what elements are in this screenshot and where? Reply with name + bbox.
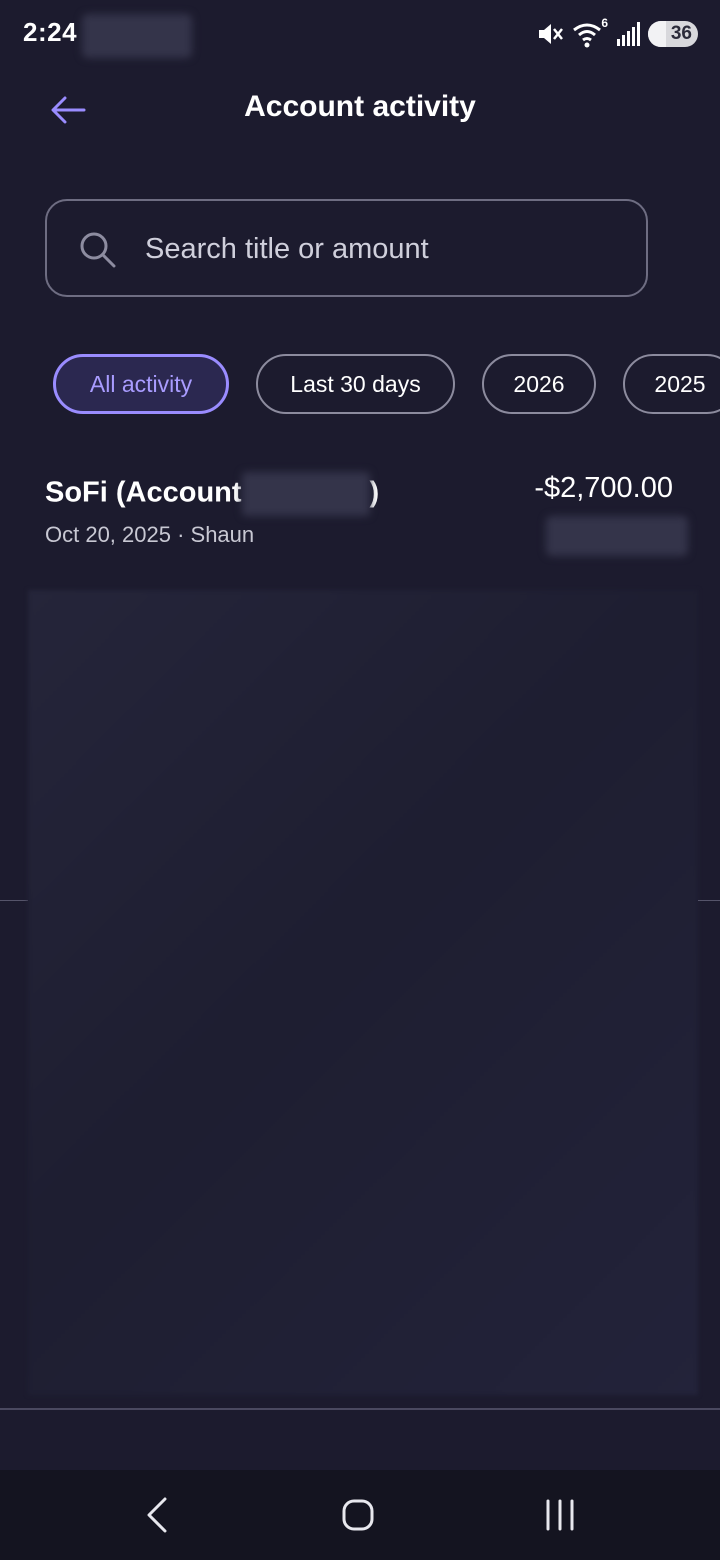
battery-icon: 36	[648, 21, 698, 47]
status-icons: 6 36	[536, 16, 698, 50]
nav-recents-icon	[546, 1499, 574, 1531]
transaction-amount: -$2,700.00	[534, 472, 673, 504]
chip-2026[interactable]: 2026	[482, 354, 596, 414]
page-title: Account activity	[244, 90, 476, 123]
nav-back-icon	[147, 1497, 167, 1533]
transaction-title: SoFi (Account)	[45, 472, 379, 516]
signal-icon	[617, 22, 640, 46]
chip-2025[interactable]: 2025	[623, 354, 720, 414]
divider-right	[698, 900, 720, 901]
status-bar: 2:24 6 36	[0, 0, 720, 68]
nav-home-icon	[342, 1499, 374, 1531]
transaction-subtitle: Oct 20, 2025 · Shaun	[45, 522, 255, 547]
transaction-title-text: SoFi (Account	[45, 476, 242, 509]
mute-icon	[539, 24, 563, 44]
search-icon	[80, 232, 116, 268]
header: Account activity	[0, 70, 720, 150]
filter-chips: All activity Last 30 days 2026 2025	[0, 354, 720, 416]
system-nav-bar	[0, 1470, 720, 1560]
wifi-icon	[573, 23, 601, 48]
chip-all-activity[interactable]: All activity	[53, 354, 229, 414]
nav-back-button[interactable]	[127, 1490, 187, 1540]
wifi-badge: 6	[601, 16, 608, 30]
nav-home-button[interactable]	[328, 1490, 388, 1540]
search-input[interactable]	[143, 201, 627, 297]
wifi-indicator: 6	[572, 16, 608, 48]
battery-level: 36	[670, 23, 692, 44]
status-time: 2:24	[23, 17, 78, 47]
redacted-content-panel	[28, 590, 698, 1395]
nav-recents-button[interactable]	[530, 1490, 590, 1540]
search-box[interactable]	[45, 199, 648, 297]
redacted-balance	[546, 516, 688, 556]
redacted-account-number	[241, 472, 370, 516]
battery-fill	[648, 21, 666, 47]
bottom-divider	[0, 1408, 720, 1410]
redacted-status-area	[82, 14, 192, 58]
transaction-title-suffix: )	[369, 476, 380, 509]
chip-last-30-days[interactable]: Last 30 days	[256, 354, 455, 414]
divider-left	[0, 900, 28, 901]
